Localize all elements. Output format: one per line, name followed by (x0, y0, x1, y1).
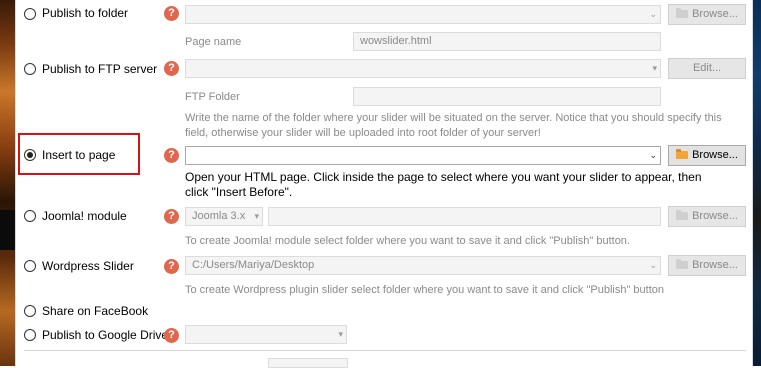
wordpress-hint: To create Wordpress plugin slider select… (185, 284, 665, 296)
background-shadow (0, 210, 15, 250)
browse-label: Browse... (692, 259, 738, 271)
question-mark-icon[interactable]: ? (164, 259, 179, 274)
chevron-down-icon: ⌄ (649, 150, 657, 160)
question-mark-icon[interactable]: ? (164, 328, 179, 343)
browse-joomla-button[interactable]: Browse... (668, 206, 746, 227)
browse-html-page-button[interactable]: Browse... (668, 145, 746, 166)
browse-label: Browse... (692, 149, 738, 161)
joomla-hint: To create Joomla! module select folder w… (185, 235, 630, 247)
chevron-down-icon: ▾ (652, 63, 657, 73)
joomla-version-value: Joomla 3.x (192, 210, 246, 222)
browse-label: Browse... (692, 210, 738, 222)
folder-icon (676, 149, 689, 159)
ftp-edit-button[interactable]: Edit... (668, 58, 746, 79)
chevron-down-icon: ⌄ (649, 9, 657, 19)
wordpress-path-value: C:/Users/Mariya/Desktop (192, 259, 315, 271)
question-mark-icon[interactable]: ? (164, 209, 179, 224)
option-label-publish-to-google-drive: Publish to Google Drive (42, 328, 169, 342)
folder-icon (676, 259, 689, 269)
page-name-label: Page name (185, 36, 242, 48)
background-artwork-right (753, 0, 761, 366)
wordpress-path-dropdown[interactable]: C:/Users/Mariya/Desktop ⌄ (185, 256, 661, 275)
folder-path-dropdown[interactable]: ⌄ (185, 5, 661, 24)
option-label-publish-to-ftp: Publish to FTP server (42, 62, 158, 76)
browse-wordpress-button[interactable]: Browse... (668, 255, 746, 276)
question-mark-icon[interactable]: ? (164, 148, 179, 163)
ftp-folder-hint: Write the name of the folder where your … (185, 112, 722, 139)
google-drive-dropdown[interactable]: ▾ (185, 325, 347, 344)
ftp-server-dropdown[interactable]: ▾ (185, 59, 661, 78)
ftp-folder-input[interactable] (353, 87, 661, 106)
radio-insert-to-page[interactable] (24, 149, 36, 161)
background-artwork-left (0, 0, 15, 366)
folder-icon (676, 210, 689, 220)
joomla-version-dropdown[interactable]: Joomla 3.x ▾ (185, 207, 263, 226)
radio-joomla-module[interactable] (24, 210, 36, 222)
ftp-folder-label: FTP Folder (185, 91, 240, 103)
chevron-down-icon: ⌄ (649, 260, 657, 270)
radio-publish-to-folder[interactable] (24, 8, 36, 20)
radio-publish-to-ftp[interactable] (24, 63, 36, 75)
browse-folder-button[interactable]: Browse... (668, 4, 746, 25)
option-label-publish-to-folder: Publish to folder (42, 6, 129, 20)
partial-dropdown[interactable] (268, 358, 348, 368)
option-label-wordpress-slider: Wordpress Slider (42, 259, 134, 273)
browse-label: Browse... (692, 8, 738, 20)
radio-share-on-facebook[interactable] (24, 305, 36, 317)
page-name-input[interactable]: wowslider.html (353, 32, 661, 51)
chevron-down-icon: ▾ (254, 211, 259, 221)
question-mark-icon[interactable]: ? (164, 61, 179, 76)
joomla-path-input[interactable] (268, 207, 661, 226)
folder-icon (676, 8, 689, 18)
insert-page-hint: Open your HTML page. Click inside the pa… (185, 170, 702, 199)
option-label-insert-to-page: Insert to page (42, 148, 116, 162)
question-mark-icon[interactable]: ? (164, 6, 179, 21)
chevron-down-icon: ▾ (338, 329, 343, 339)
option-label-joomla-module: Joomla! module (42, 209, 127, 223)
html-page-path-dropdown[interactable]: ⌄ (185, 146, 661, 165)
radio-wordpress-slider[interactable] (24, 260, 36, 272)
section-divider (24, 350, 746, 351)
option-label-share-on-facebook: Share on FaceBook (42, 304, 149, 318)
radio-publish-to-google-drive[interactable] (24, 329, 36, 341)
